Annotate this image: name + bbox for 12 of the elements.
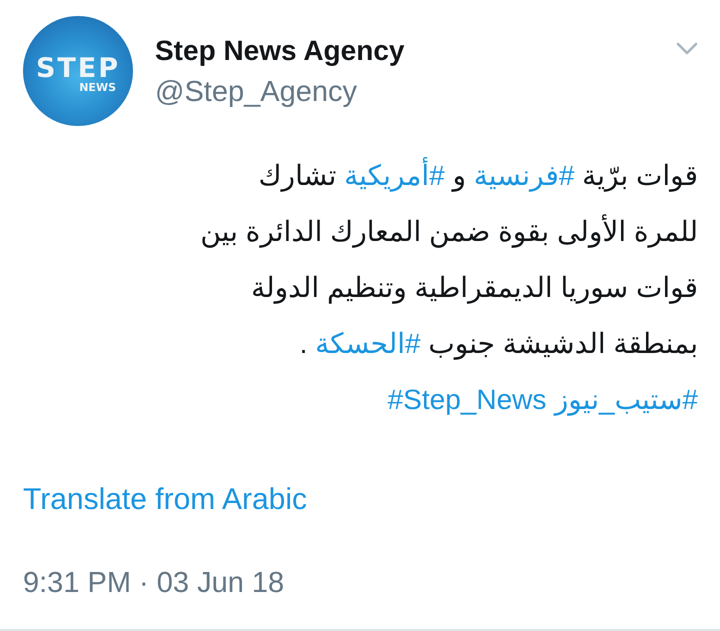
- hashtag-link[interactable]: #فرنسية: [474, 160, 574, 191]
- logo-subtitle: NEWS: [79, 82, 116, 94]
- chevron-down-icon[interactable]: [676, 42, 698, 55]
- logo-wordmark: STEP: [36, 56, 120, 82]
- translate-link[interactable]: Translate from Arabic: [23, 482, 307, 518]
- timestamp: 9:31 PM · 03 Jun 18: [23, 566, 284, 601]
- hashtag-link[interactable]: #ستيب_نيوز: [554, 384, 698, 415]
- author-name[interactable]: Step News Agency: [155, 34, 404, 68]
- hashtag-link[interactable]: #الحسكة: [315, 328, 421, 359]
- avatar-logo[interactable]: STEP NEWS: [23, 16, 133, 126]
- author-handle[interactable]: @Step_Agency: [155, 74, 357, 110]
- hashtag-link[interactable]: #Step_News: [388, 384, 546, 415]
